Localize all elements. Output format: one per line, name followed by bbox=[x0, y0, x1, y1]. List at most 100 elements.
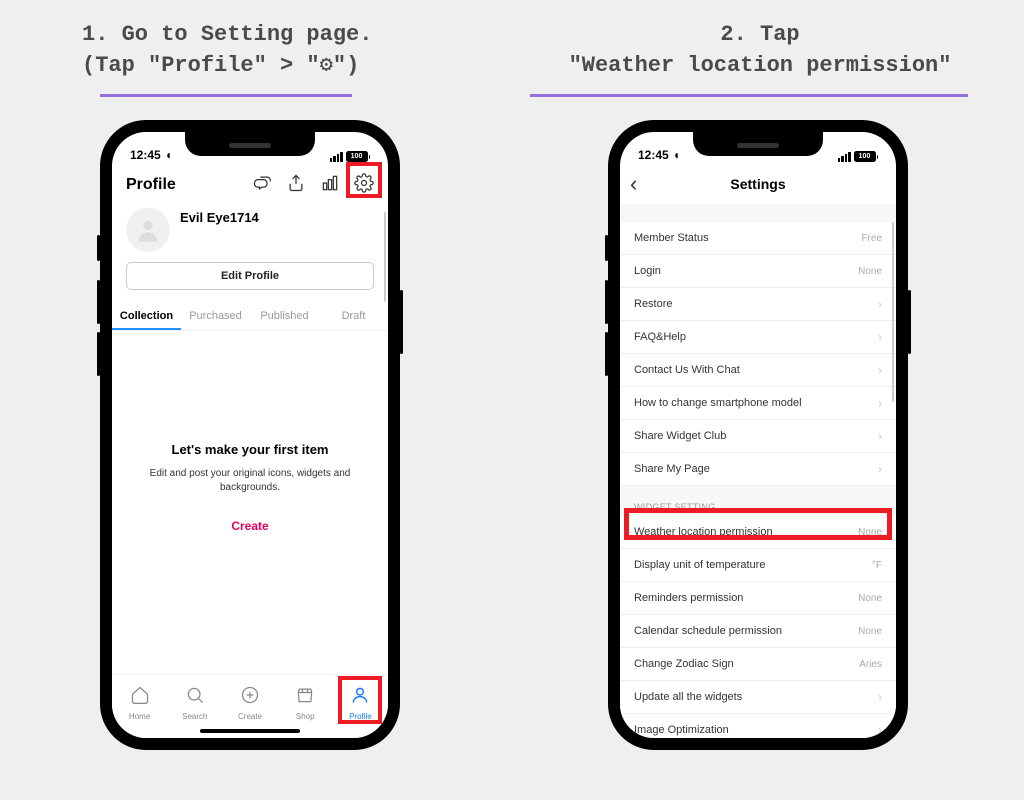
moon-icon: ◖ bbox=[165, 148, 172, 162]
row-label: Contact Us With Chat bbox=[634, 364, 878, 376]
create-link[interactable]: Create bbox=[142, 519, 358, 533]
row-label: Share My Page bbox=[634, 463, 878, 475]
chevron-right-icon: › bbox=[878, 462, 882, 476]
row-restore[interactable]: Restore › bbox=[620, 288, 896, 321]
username: Evil Eye1714 bbox=[180, 210, 259, 225]
profile-highlight-box bbox=[338, 676, 382, 724]
row-label: Calendar schedule permission bbox=[634, 625, 858, 637]
phone-screen-1: 12:45 ◖ 100 Profile bbox=[112, 132, 388, 738]
row-calendar-permission[interactable]: Calendar schedule permission None bbox=[620, 615, 896, 648]
home-icon bbox=[130, 685, 150, 710]
row-label: Restore bbox=[634, 298, 878, 310]
phone-mockup-1: 12:45 ◖ 100 Profile bbox=[100, 120, 400, 750]
row-faq[interactable]: FAQ&Help › bbox=[620, 321, 896, 354]
battery-level: 100 bbox=[346, 151, 368, 162]
chevron-right-icon: › bbox=[878, 330, 882, 344]
tabbar-home[interactable]: Home bbox=[112, 675, 167, 738]
chevron-right-icon: › bbox=[878, 723, 882, 737]
shop-icon bbox=[295, 685, 315, 710]
instruction-step2: 2. Tap "Weather location permission" bbox=[540, 20, 980, 82]
battery-icon: 100 bbox=[346, 151, 371, 162]
phone-side-button bbox=[908, 290, 911, 354]
phone-notch bbox=[693, 132, 823, 156]
tab-purchased[interactable]: Purchased bbox=[181, 304, 250, 330]
row-label: How to change smartphone model bbox=[634, 397, 878, 409]
phone-side-button bbox=[400, 290, 403, 354]
status-time: 12:45 bbox=[130, 148, 161, 162]
tabbar-search-label: Search bbox=[182, 712, 207, 721]
row-reminders-permission[interactable]: Reminders permission None bbox=[620, 582, 896, 615]
page-title: Profile bbox=[126, 176, 252, 194]
instruction-step1-line2: (Tap "Profile" > "⚙") bbox=[82, 51, 372, 82]
phone-side-button bbox=[605, 280, 608, 324]
avatar[interactable] bbox=[126, 208, 170, 252]
row-zodiac[interactable]: Change Zodiac Sign Aries bbox=[620, 648, 896, 681]
row-value: Aries bbox=[859, 659, 882, 670]
settings-list: Member Status Free Login None Restore › … bbox=[620, 204, 896, 738]
tabbar-create-label: Create bbox=[238, 712, 262, 721]
row-label: Change Zodiac Sign bbox=[634, 658, 859, 670]
moon-icon: ◖ bbox=[673, 148, 680, 162]
row-share-page[interactable]: Share My Page › bbox=[620, 453, 896, 486]
scrollbar[interactable] bbox=[892, 222, 895, 402]
row-label: Share Widget Club bbox=[634, 430, 878, 442]
empty-state: Let's make your first item Edit and post… bbox=[112, 442, 388, 533]
instruction-step1-line1: 1. Go to Setting page. bbox=[82, 20, 372, 51]
status-left: 12:45 ◖ bbox=[130, 148, 172, 162]
row-change-model[interactable]: How to change smartphone model › bbox=[620, 387, 896, 420]
chevron-right-icon: › bbox=[878, 363, 882, 377]
weather-highlight-box bbox=[624, 508, 892, 540]
phone-side-button bbox=[97, 280, 100, 324]
settings-header: ‹ Settings bbox=[620, 166, 896, 202]
row-member-status[interactable]: Member Status Free bbox=[620, 222, 896, 255]
row-label: Update all the widgets bbox=[634, 691, 878, 703]
tabbar-shop-label: Shop bbox=[296, 712, 315, 721]
row-label: Image Optimization bbox=[634, 724, 878, 736]
row-value: None bbox=[858, 626, 882, 637]
chat-icon[interactable] bbox=[252, 173, 272, 198]
instruction-underline-2 bbox=[530, 94, 968, 97]
signal-icon bbox=[330, 152, 343, 162]
row-share-club[interactable]: Share Widget Club › bbox=[620, 420, 896, 453]
phone-side-button bbox=[97, 332, 100, 376]
phone-side-button bbox=[605, 235, 608, 261]
tab-collection[interactable]: Collection bbox=[112, 304, 181, 330]
page-title: Settings bbox=[730, 176, 785, 192]
tab-published[interactable]: Published bbox=[250, 304, 319, 330]
plus-circle-icon bbox=[240, 685, 260, 710]
signal-icon bbox=[838, 152, 851, 162]
search-icon bbox=[185, 685, 205, 710]
scrollbar[interactable] bbox=[384, 212, 387, 302]
row-label: Login bbox=[634, 265, 858, 277]
row-temperature-unit[interactable]: Display unit of temperature °F bbox=[620, 549, 896, 582]
row-label: Member Status bbox=[634, 232, 861, 244]
share-icon[interactable] bbox=[286, 173, 306, 198]
row-login[interactable]: Login None bbox=[620, 255, 896, 288]
edit-profile-button[interactable]: Edit Profile bbox=[126, 262, 374, 290]
home-indicator bbox=[200, 729, 300, 733]
instruction-underline-1 bbox=[100, 94, 352, 97]
status-right: 100 bbox=[838, 151, 879, 162]
chart-icon[interactable] bbox=[320, 173, 340, 198]
back-button[interactable]: ‹ bbox=[630, 171, 637, 197]
row-contact[interactable]: Contact Us With Chat › bbox=[620, 354, 896, 387]
gear-highlight-box bbox=[346, 162, 382, 198]
row-label: Reminders permission bbox=[634, 592, 858, 604]
tab-draft[interactable]: Draft bbox=[319, 304, 388, 330]
instruction-step2-line1: 2. Tap bbox=[540, 20, 980, 51]
user-info: Evil Eye1714 bbox=[112, 204, 388, 256]
status-left: 12:45 ◖ bbox=[638, 148, 680, 162]
profile-tabs: Collection Purchased Published Draft bbox=[112, 304, 388, 331]
row-label: FAQ&Help bbox=[634, 331, 878, 343]
row-update-widgets[interactable]: Update all the widgets › bbox=[620, 681, 896, 714]
tabbar-home-label: Home bbox=[129, 712, 150, 721]
chevron-right-icon: › bbox=[878, 690, 882, 704]
status-right: 100 bbox=[330, 151, 371, 162]
chevron-right-icon: › bbox=[878, 429, 882, 443]
row-image-optimization[interactable]: Image Optimization › bbox=[620, 714, 896, 738]
battery-icon: 100 bbox=[854, 151, 879, 162]
edit-profile-label: Edit Profile bbox=[221, 270, 279, 282]
phone-speaker bbox=[229, 143, 271, 148]
battery-level: 100 bbox=[854, 151, 876, 162]
status-time: 12:45 bbox=[638, 148, 669, 162]
